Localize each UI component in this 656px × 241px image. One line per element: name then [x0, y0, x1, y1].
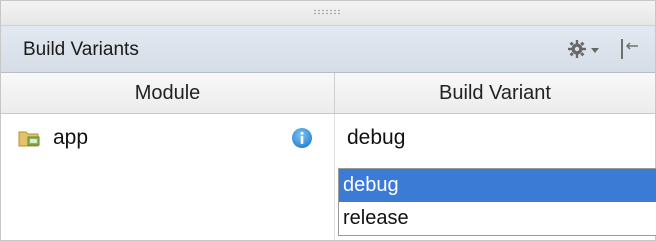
column-divider [334, 162, 335, 240]
column-header-build-variant[interactable]: Build Variant [335, 73, 655, 113]
module-name: app [53, 126, 89, 149]
dropdown-option-release[interactable]: release [339, 202, 656, 235]
column-divider [334, 114, 335, 162]
build-variant-dropdown[interactable]: debug release [338, 168, 656, 236]
build-variant-value[interactable]: debug [347, 126, 405, 150]
table-row[interactable]: app debug [1, 114, 655, 162]
panel-title: Build Variants [23, 39, 139, 60]
dropdown-option-debug[interactable]: debug [339, 169, 656, 202]
resize-grip-icon[interactable] [313, 9, 341, 15]
table-header: Module Build Variant [1, 73, 655, 114]
settings-dropdown-caret-icon[interactable] [591, 48, 599, 53]
gear-icon[interactable] [567, 39, 591, 59]
info-icon[interactable] [291, 127, 313, 149]
panel-header: Build Variants [1, 26, 655, 73]
folder-icon [18, 130, 42, 148]
column-header-module[interactable]: Module [1, 73, 335, 113]
resize-grip-bar[interactable] [1, 1, 655, 26]
build-variants-panel: Build Variants Module Build Variant app … [0, 0, 656, 241]
pin-icon[interactable] [617, 36, 641, 62]
